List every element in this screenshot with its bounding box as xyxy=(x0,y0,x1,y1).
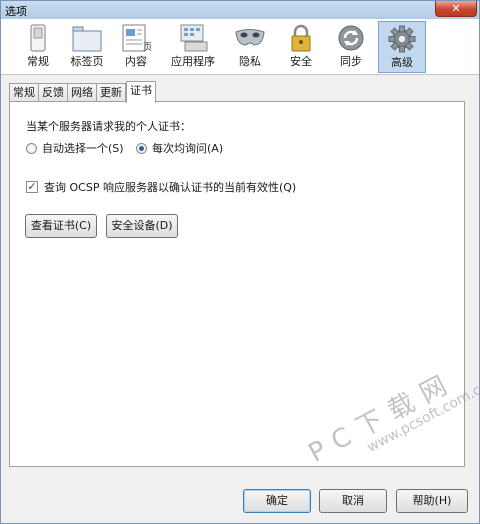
view-certificates-button[interactable]: 查看证书(C) xyxy=(25,214,97,238)
certificate-request-label: 当某个服务器请求我的个人证书： xyxy=(26,120,191,133)
privacy-mask-icon xyxy=(235,29,265,46)
toolbar-label: 同步 xyxy=(340,55,362,68)
lock-icon xyxy=(291,24,311,52)
window-title: 选项 xyxy=(5,5,27,18)
toolbar-label: 安全 xyxy=(290,55,312,68)
subtab-update[interactable]: 更新 xyxy=(96,83,126,102)
radio-auto-select[interactable]: 自动选择一个(S) xyxy=(26,140,124,156)
content-page-icon: 页 xyxy=(122,24,152,53)
subtab-certificates[interactable]: 证书 xyxy=(126,81,156,103)
help-button[interactable]: 帮助(H) xyxy=(396,489,468,513)
title-bar[interactable]: 选项 ✕ xyxy=(1,1,479,19)
toolbar-item-content[interactable]: 页 内容 xyxy=(112,21,160,73)
ocsp-checkbox[interactable]: ✓ xyxy=(26,181,38,193)
radio-ask-every-time[interactable]: 每次均询问(A) xyxy=(136,140,223,156)
toolbar-label: 标签页 xyxy=(70,55,104,68)
sync-icon xyxy=(338,25,364,51)
tabs-icon xyxy=(72,26,102,52)
switch-icon xyxy=(30,24,46,52)
toolbar-item-sync[interactable]: 同步 xyxy=(327,21,375,73)
security-devices-button[interactable]: 安全设备(D) xyxy=(106,214,178,238)
cancel-button[interactable]: 取消 xyxy=(319,489,387,513)
toolbar-label: 高级 xyxy=(391,56,413,69)
radio-label: 自动选择一个(S) xyxy=(42,142,124,155)
svg-text:页: 页 xyxy=(143,42,152,53)
radio-button[interactable] xyxy=(26,142,37,154)
close-button[interactable]: ✕ xyxy=(435,1,477,17)
radio-button-selected[interactable] xyxy=(136,142,147,154)
toolbar-label: 内容 xyxy=(125,55,147,68)
ocsp-option[interactable]: ✓ 查询 OCSP 响应服务器以确认证书的当前有效性(Q) xyxy=(26,179,296,195)
toolbar-item-security[interactable]: 安全 xyxy=(277,21,325,73)
subtab-general[interactable]: 常规 xyxy=(9,83,39,102)
applications-icon xyxy=(180,24,208,52)
certificates-panel: 当某个服务器请求我的个人证书： 自动选择一个(S) 每次均询问(A) ✓ 查询 … xyxy=(9,101,465,467)
toolbar-item-tabs[interactable]: 标签页 xyxy=(63,21,111,73)
toolbar-item-general[interactable]: 常规 xyxy=(14,21,62,73)
toolbar-item-privacy[interactable]: 隐私 xyxy=(226,21,274,73)
toolbar-label: 常规 xyxy=(27,55,49,68)
preferences-toolbar: 常规 标签页 页 内容 应用程序 隐私 安全 同步 高级 xyxy=(1,19,479,75)
ocsp-label: 查询 OCSP 响应服务器以确认证书的当前有效性(Q) xyxy=(44,181,297,194)
options-dialog: 选项 ✕ 常规 标签页 页 内容 应用程序 隐私 安全 同步 高级 常规 反馈 … xyxy=(0,0,480,524)
subtab-feedback[interactable]: 反馈 xyxy=(38,83,68,102)
ok-button[interactable]: 确定 xyxy=(243,489,311,513)
toolbar-label: 应用程序 xyxy=(171,55,215,68)
gear-icon xyxy=(388,25,416,53)
toolbar-label: 隐私 xyxy=(239,55,261,68)
toolbar-item-advanced[interactable]: 高级 xyxy=(378,21,426,73)
subtab-network[interactable]: 网络 xyxy=(67,83,97,102)
radio-label: 每次均询问(A) xyxy=(152,142,224,155)
toolbar-item-applications[interactable]: 应用程序 xyxy=(169,21,217,73)
